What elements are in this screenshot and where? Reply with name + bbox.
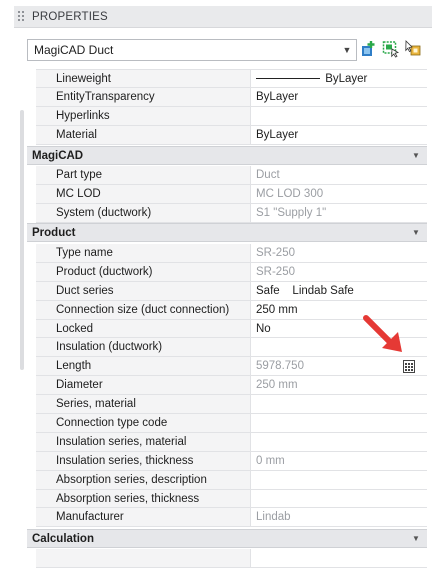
general-properties-grid: Lineweight ByLayer EntityTransparency By… <box>36 69 427 145</box>
calculator-icon[interactable] <box>403 360 415 374</box>
section-label: Product <box>32 226 76 239</box>
annotation-arrow-icon <box>363 315 402 352</box>
property-row-partial[interactable] <box>36 549 427 568</box>
property-name: Series, material <box>36 395 251 414</box>
property-row-absorption-series-thickness[interactable]: Absorption series, thickness <box>36 489 427 509</box>
property-row-mc-lod[interactable]: MC LOD MC LOD 300 <box>36 184 427 204</box>
property-row-insulation-series-thickness[interactable]: Insulation series, thickness 0 mm <box>36 451 427 471</box>
palette-title-bar[interactable]: PROPERTIES <box>14 6 432 28</box>
select-objects-icon[interactable] <box>382 40 400 58</box>
section-label: MagiCAD <box>32 149 84 162</box>
section-header-calculation[interactable]: Calculation ▼ <box>27 529 427 548</box>
property-row-connection-type-code[interactable]: Connection type code <box>36 414 427 433</box>
property-value[interactable]: ByLayer <box>251 88 427 106</box>
length-value: 5978.750 <box>256 360 304 373</box>
object-type-value: MagiCAD Duct <box>34 43 114 57</box>
chevron-down-icon[interactable]: ▼ <box>338 45 356 55</box>
property-name <box>36 549 251 567</box>
property-row-insulation-series-material[interactable]: Insulation series, material <box>36 432 427 452</box>
property-row-product[interactable]: Product (ductwork) SR-250 <box>36 262 427 282</box>
property-row-hyperlinks[interactable]: Hyperlinks <box>36 106 427 126</box>
section-header-product[interactable]: Product ▼ <box>27 223 427 242</box>
property-row-part-type[interactable]: Part type Duct <box>36 166 427 185</box>
property-value <box>251 433 427 451</box>
property-name: Manufacturer <box>36 508 251 527</box>
property-row-duct-series[interactable]: Duct series Safe Lindab Safe <box>36 281 427 301</box>
drag-grip-icon[interactable] <box>18 10 30 23</box>
property-value: 5978.750 <box>251 357 427 375</box>
property-row-length[interactable]: Length 5978.750 <box>36 357 427 377</box>
collapse-caret-icon[interactable]: ▼ <box>405 151 427 160</box>
property-value <box>251 395 427 413</box>
product-properties-grid: Type name SR-250 Product (ductwork) SR-2… <box>36 244 427 528</box>
property-value: SR-250 <box>256 247 295 259</box>
property-name: Part type <box>36 166 251 184</box>
property-value: SR-250 <box>256 265 295 278</box>
property-name: Connection type code <box>36 414 251 432</box>
property-value[interactable] <box>251 107 427 125</box>
quick-select-icon[interactable] <box>360 40 378 58</box>
property-value[interactable]: ByLayer <box>251 126 427 144</box>
toggle-pickadd-icon[interactable] <box>404 40 422 58</box>
magicad-properties-grid: Part type Duct MC LOD MC LOD 300 System … <box>36 166 427 223</box>
property-name: Locked <box>36 319 251 338</box>
property-name: System (ductwork) <box>36 203 251 222</box>
property-value <box>251 490 427 508</box>
property-name: Material <box>36 125 251 144</box>
property-name: Insulation series, material <box>36 432 251 451</box>
property-row-absorption-series-description[interactable]: Absorption series, description <box>36 470 427 490</box>
property-name: Product (ductwork) <box>36 262 251 281</box>
property-name: Insulation series, thickness <box>36 451 251 470</box>
property-value: MC LOD 300 <box>256 187 324 200</box>
palette-title: PROPERTIES <box>32 10 108 23</box>
property-row-material[interactable]: Material ByLayer <box>36 125 427 145</box>
property-name: Connection size (duct connection) <box>36 300 251 319</box>
property-name: Duct series <box>36 281 251 300</box>
collapse-caret-icon[interactable]: ▼ <box>405 228 427 237</box>
property-row-type-name[interactable]: Type name SR-250 <box>36 244 427 263</box>
property-value: 0 mm <box>256 454 285 467</box>
section-label: Calculation <box>32 532 94 545</box>
property-name: Type name <box>36 244 251 262</box>
property-name: MC LOD <box>36 184 251 203</box>
property-row-series-material[interactable]: Series, material <box>36 395 427 415</box>
section-header-magicad[interactable]: MagiCAD ▼ <box>27 146 427 165</box>
property-row-manufacturer[interactable]: Manufacturer Lindab <box>36 508 427 528</box>
property-row-lineweight[interactable]: Lineweight ByLayer <box>36 69 427 88</box>
property-name: Lineweight <box>36 70 251 87</box>
lineweight-swatch <box>256 78 320 80</box>
property-value: 250 mm <box>256 379 298 392</box>
property-row-entitytransparency[interactable]: EntityTransparency ByLayer <box>36 87 427 107</box>
property-name: Diameter <box>36 376 251 395</box>
property-value <box>251 549 427 567</box>
property-row-system[interactable]: System (ductwork) S1 "Supply 1" <box>36 203 427 223</box>
lineweight-value: ByLayer <box>325 73 368 85</box>
property-name: Hyperlinks <box>36 106 251 125</box>
collapse-caret-icon[interactable]: ▼ <box>405 534 427 543</box>
calculation-properties-grid <box>36 549 427 568</box>
property-name: EntityTransparency <box>36 87 251 106</box>
property-value: Lindab <box>256 511 291 524</box>
property-value[interactable]: Safe Lindab Safe <box>251 282 427 300</box>
property-row-diameter[interactable]: Diameter 250 mm <box>36 376 427 396</box>
property-value <box>251 471 427 489</box>
object-type-dropdown[interactable]: MagiCAD Duct ▼ <box>27 39 357 61</box>
property-name: Insulation (ductwork) <box>36 338 251 357</box>
property-value[interactable]: ByLayer <box>251 70 427 87</box>
property-name: Absorption series, thickness <box>36 489 251 508</box>
property-value: Duct <box>256 169 280 181</box>
properties-palette: PROPERTIES MagiCAD Duct ▼ Lineweight ByL… <box>0 0 432 568</box>
property-value <box>251 414 427 432</box>
property-name: Length <box>36 357 251 376</box>
palette-side-strip <box>20 110 24 370</box>
property-value: S1 "Supply 1" <box>256 206 327 219</box>
property-name: Absorption series, description <box>36 470 251 489</box>
